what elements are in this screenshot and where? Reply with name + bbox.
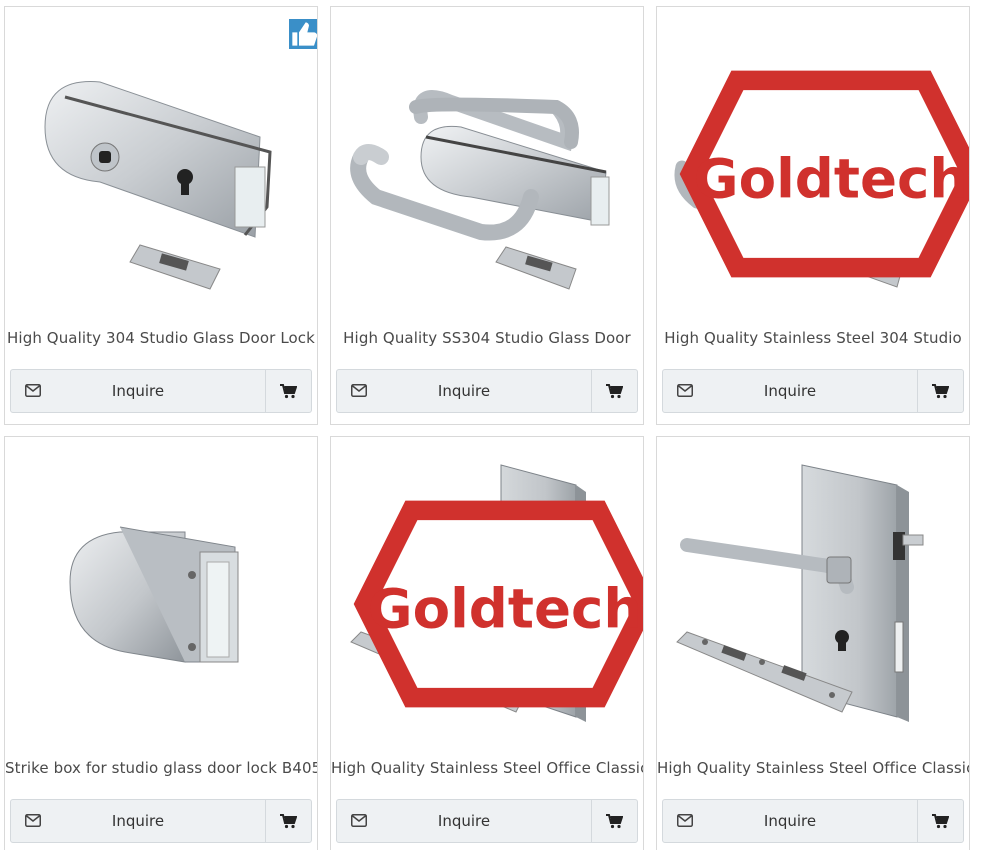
inquire-button[interactable]: Inquire xyxy=(337,800,591,842)
product-card[interactable]: Goldtech High Quality Stainless Steel 30… xyxy=(656,6,970,425)
add-to-cart-button[interactable] xyxy=(591,800,637,842)
envelope-icon xyxy=(25,814,41,827)
envelope-icon xyxy=(351,814,367,827)
inquire-button[interactable]: Inquire xyxy=(337,370,591,412)
inquire-label: Inquire xyxy=(763,382,817,400)
inquire-button[interactable]: Inquire xyxy=(11,370,265,412)
product-image[interactable] xyxy=(5,437,317,747)
product-title[interactable]: High Quality 304 Studio Glass Door Lock xyxy=(5,329,317,347)
product-actions: Inquire xyxy=(662,369,964,413)
product-image[interactable] xyxy=(5,7,317,317)
product-card[interactable]: Strike box for studio glass door lock B4… xyxy=(4,436,318,850)
inquire-label: Inquire xyxy=(437,812,491,830)
cart-icon xyxy=(606,383,623,398)
envelope-icon xyxy=(677,384,693,397)
cart-icon xyxy=(932,383,949,398)
product-title[interactable]: High Quality Stainless Steel 304 Studio xyxy=(657,329,969,347)
product-actions: Inquire xyxy=(336,799,638,843)
inquire-label: Inquire xyxy=(111,382,165,400)
product-card[interactable]: Goldtech High Quality Stainless Steel Of… xyxy=(330,436,644,850)
product-title[interactable]: High Quality SS304 Studio Glass Door xyxy=(331,329,643,347)
product-title[interactable]: High Quality Stainless Steel Office Clas… xyxy=(657,759,969,777)
product-image[interactable] xyxy=(331,7,643,317)
svg-text:Goldtech: Goldtech xyxy=(694,146,968,210)
cart-icon xyxy=(280,383,297,398)
product-card[interactable]: High Quality Stainless Steel Office Clas… xyxy=(656,436,970,850)
product-title[interactable]: Strike box for studio glass door lock B4… xyxy=(5,759,317,777)
product-title[interactable]: High Quality Stainless Steel Office Clas… xyxy=(331,759,643,777)
add-to-cart-button[interactable] xyxy=(917,370,963,412)
inquire-label: Inquire xyxy=(111,812,165,830)
envelope-icon xyxy=(25,384,41,397)
add-to-cart-button[interactable] xyxy=(591,370,637,412)
cart-icon xyxy=(932,813,949,828)
svg-text:Goldtech: Goldtech xyxy=(368,576,642,640)
product-actions: Inquire xyxy=(662,799,964,843)
cart-icon xyxy=(606,813,623,828)
product-actions: Inquire xyxy=(336,369,638,413)
product-image[interactable]: Goldtech xyxy=(331,437,643,747)
inquire-button[interactable]: Inquire xyxy=(11,800,265,842)
add-to-cart-button[interactable] xyxy=(917,800,963,842)
product-actions: Inquire xyxy=(10,799,312,843)
add-to-cart-button[interactable] xyxy=(265,800,311,842)
add-to-cart-button[interactable] xyxy=(265,370,311,412)
product-image[interactable]: Goldtech xyxy=(657,7,969,317)
product-actions: Inquire xyxy=(10,369,312,413)
inquire-label: Inquire xyxy=(437,382,491,400)
inquire-label: Inquire xyxy=(763,812,817,830)
inquire-button[interactable]: Inquire xyxy=(663,800,917,842)
goldtech-logo: Goldtech xyxy=(679,70,969,278)
cart-icon xyxy=(280,813,297,828)
envelope-icon xyxy=(677,814,693,827)
envelope-icon xyxy=(351,384,367,397)
product-card[interactable]: High Quality SS304 Studio Glass Door Inq… xyxy=(330,6,644,425)
thumbs-up-icon xyxy=(289,19,317,49)
product-image[interactable] xyxy=(657,437,969,747)
inquire-button[interactable]: Inquire xyxy=(663,370,917,412)
product-grid: High Quality 304 Studio Glass Door Lock … xyxy=(0,0,981,850)
goldtech-logo: Goldtech xyxy=(353,500,643,708)
product-card[interactable]: High Quality 304 Studio Glass Door Lock … xyxy=(4,6,318,425)
